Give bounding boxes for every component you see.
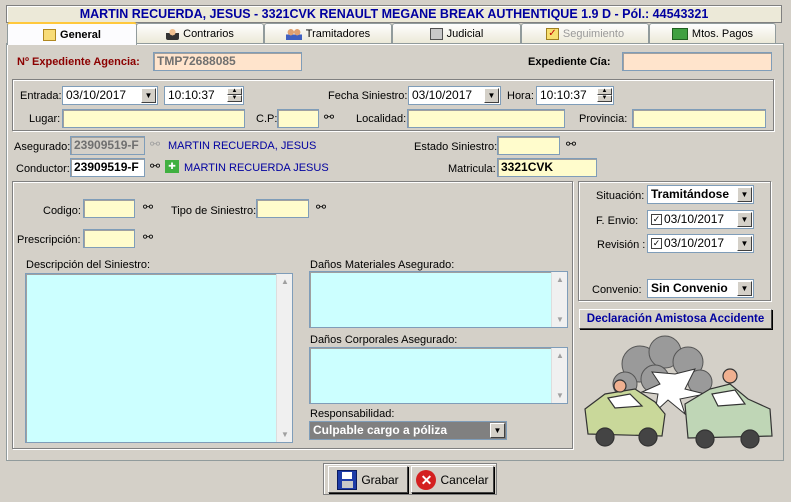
spin-up-icon[interactable]: ▲ [227,88,242,95]
cancelar-button[interactable]: ✕ Cancelar [411,466,494,493]
floppy-disk-icon [337,469,358,490]
convenio-select[interactable]: Sin Convenio ▼ [647,279,754,298]
asegurado-label: Asegurado: [14,141,71,153]
responsabilidad-select[interactable]: Culpable cargo a póliza ▼ [309,421,507,440]
car-crash-illustration [584,335,773,449]
conductor-name-link[interactable]: MARTIN RECUERDA JESUS [184,161,329,175]
localidad-label: Localidad: [356,113,407,125]
spin-down-icon[interactable]: ▼ [227,95,242,102]
expediente-cia-label: Expediente Cía: [528,56,611,68]
envio-date-picker[interactable]: ✓ 03/10/2017 ▼ [647,210,754,229]
binoculars-icon[interactable]: ⚯ [322,111,336,124]
cancel-icon: ✕ [416,469,437,490]
judge-icon [429,27,443,40]
matricula-label: Matricula: [448,163,496,175]
estado-siniestro-label: Estado Siniestro: [414,141,498,153]
estado-siniestro-field[interactable] [497,136,560,155]
hora-label: Hora: [507,90,534,102]
binoculars-icon[interactable]: ⚯ [141,201,155,214]
lugar-field[interactable] [62,109,245,128]
tab-mtos-pagos[interactable]: Mtos. Pagos [649,23,776,43]
add-person-icon[interactable]: ✚ [165,160,179,173]
situacion-select[interactable]: Tramitándose ▼ [647,185,754,204]
grabar-button[interactable]: Grabar [328,466,408,493]
tab-general[interactable]: General [7,22,137,45]
entrada-date-picker[interactable]: 03/10/2017 ▼ [62,86,158,105]
chevron-down-icon[interactable]: ▼ [490,423,505,438]
binoculars-icon[interactable]: ⚯ [148,138,162,151]
scrollbar[interactable]: ▲ ▼ [551,272,567,327]
entrada-label: Entrada: [20,90,62,102]
checkbox[interactable]: ✓ [651,238,662,250]
convenio-label: Convenio: [592,284,642,296]
chevron-down-icon[interactable]: ▼ [737,212,752,227]
asegurado-name-link[interactable]: MARTIN RECUERDA, JESUS [168,139,316,153]
expediente-agencia-field[interactable]: TMP72688085 [153,52,302,71]
cp-field[interactable] [277,109,319,128]
codigo-field[interactable] [83,199,135,218]
spy-icon [166,27,180,40]
tab-seguimiento[interactable]: ✓ Seguimiento [521,23,649,43]
conductor-label: Conductor: [16,163,70,175]
cp-label: C.P: [256,113,278,125]
danos-materiales-label: Daños Materiales Asegurado: [310,259,455,271]
tab-contrarios[interactable]: Contrarios [136,23,264,43]
binoculars-icon[interactable]: ⚯ [148,160,162,173]
people-icon [285,27,302,40]
prescripcion-label: Prescripción: [17,234,81,246]
situacion-label: Situación: [596,190,645,202]
envio-label: F. Envio: [596,215,639,227]
tab-tramitadores[interactable]: Tramitadores [264,23,392,43]
spin-up-icon[interactable]: ▲ [597,88,612,95]
tab-bar: General Contrarios Tramitadores Judicial… [5,22,785,45]
fecha-siniestro-label: Fecha Siniestro: [328,90,408,102]
fecha-siniestro-date-picker[interactable]: 03/10/2017 ▼ [408,86,501,105]
codigo-label: Codigo: [43,205,81,217]
conductor-id-field[interactable]: 23909519-F [70,158,145,177]
scrollbar[interactable]: ▲ ▼ [551,348,567,403]
prescripcion-field[interactable] [83,229,135,248]
folder-icon [43,28,57,41]
chevron-down-icon[interactable]: ▼ [484,88,499,103]
descripcion-textarea[interactable]: ▲ ▼ [25,273,293,443]
tipo-siniestro-label: Tipo de Siniestro: [171,205,257,217]
window-title: MARTIN RECUERDA, JESUS - 3321CVK RENAULT… [6,5,782,23]
revision-label: Revisión : [597,239,646,251]
provincia-label: Provincia: [579,113,628,125]
spin-down-icon[interactable]: ▼ [597,95,612,102]
chevron-down-icon[interactable]: ▼ [737,187,752,202]
binoculars-icon[interactable]: ⚯ [141,231,155,244]
money-icon [671,27,688,40]
chevron-down-icon[interactable]: ▼ [737,236,752,251]
danos-corporales-textarea[interactable]: ▲ ▼ [309,347,568,404]
tab-judicial[interactable]: Judicial [392,23,521,43]
declaracion-amistosa-button[interactable]: Declaración Amistosa Accidente [579,309,772,329]
danos-materiales-textarea[interactable]: ▲ ▼ [309,271,568,328]
descripcion-label: Descripción del Siniestro: [26,259,151,271]
scrollbar[interactable]: ▲ ▼ [276,274,292,442]
asegurado-id-field[interactable]: 23909519-F [70,136,145,155]
expediente-agencia-label: Nº Expediente Agencia: [17,56,140,68]
lugar-label: Lugar: [29,113,61,125]
danos-corporales-label: Daños Corporales Asegurado: [310,334,458,346]
chevron-down-icon[interactable]: ▼ [737,281,752,296]
tipo-siniestro-field[interactable] [256,199,309,218]
localidad-field[interactable] [407,109,565,128]
checkbox[interactable]: ✓ [651,214,662,226]
revision-date-picker[interactable]: ✓ 03/10/2017 ▼ [647,234,754,253]
responsabilidad-label: Responsabilidad: [310,408,395,420]
time-spinner[interactable]: ▲ ▼ [227,88,242,103]
time-spinner[interactable]: ▲ ▼ [597,88,612,103]
hora-time-field[interactable]: 10:10:37 ▲ ▼ [536,86,614,105]
provincia-field[interactable] [632,109,766,128]
binoculars-icon[interactable]: ⚯ [314,201,328,214]
chevron-down-icon[interactable]: ▼ [141,88,156,103]
binoculars-icon[interactable]: ⚯ [564,138,578,151]
expediente-cia-field[interactable] [622,52,772,71]
entrada-time-field[interactable]: 10:10:37 ▲ ▼ [164,86,244,105]
matricula-field[interactable]: 3321CVK [497,158,597,177]
checklist-icon: ✓ [545,27,559,40]
